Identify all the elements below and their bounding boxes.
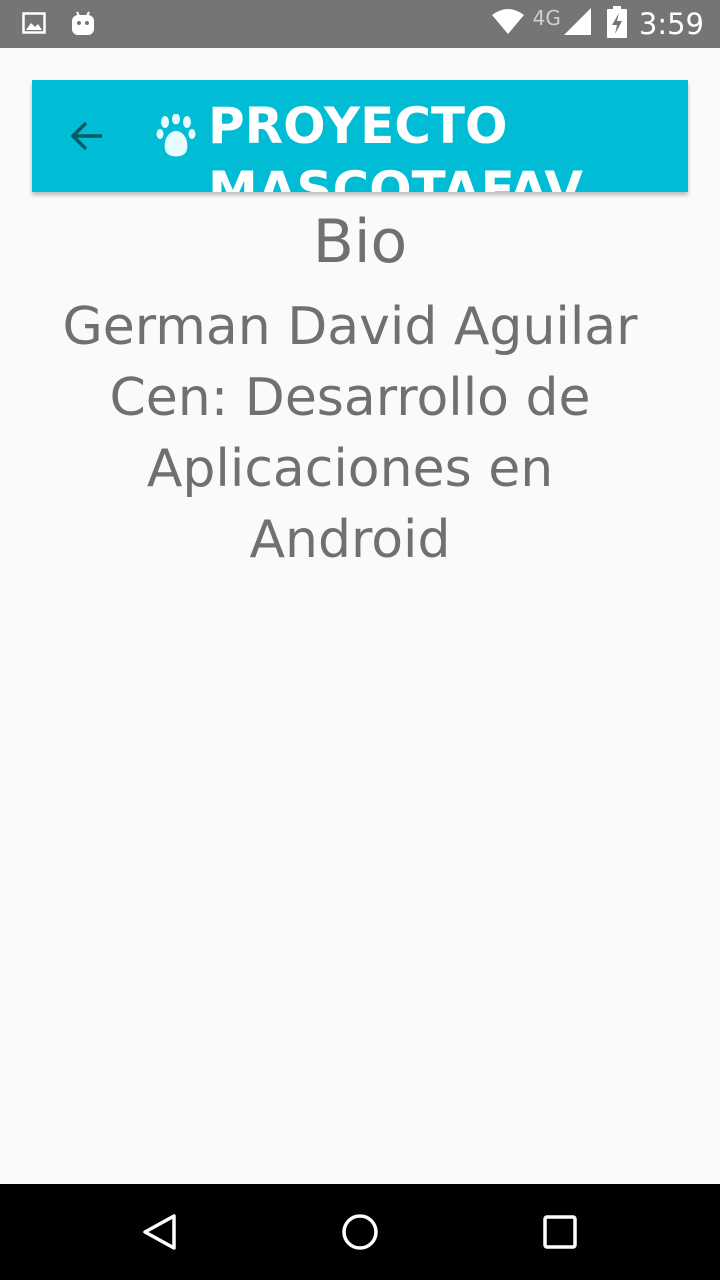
navigation-bar	[0, 1184, 720, 1280]
signal-icon	[563, 7, 593, 41]
battery-charging-icon	[606, 6, 627, 42]
clock: 3:59	[638, 7, 704, 41]
back-triangle-icon[interactable]	[140, 1212, 180, 1252]
bio-content: Bio German David Aguilar Cen: Desarrollo…	[0, 192, 720, 576]
bio-description: German David Aguilar Cen: Desarrollo de …	[62, 297, 638, 570]
paw-icon	[156, 113, 196, 160]
home-circle-icon[interactable]	[340, 1212, 380, 1252]
arrow-back-icon[interactable]	[68, 116, 108, 156]
android-icon	[70, 10, 96, 40]
bio-heading: Bio	[312, 207, 408, 277]
image-icon	[22, 11, 46, 39]
status-bar: 4G 3:59	[0, 0, 720, 48]
wifi-icon	[491, 9, 525, 39]
app-toolbar: PROYECTO MASCOTAFAV	[32, 80, 688, 192]
recents-square-icon[interactable]	[540, 1212, 580, 1252]
network-type: 4G	[532, 6, 561, 30]
app-title: PROYECTO MASCOTAFAV	[208, 97, 583, 192]
